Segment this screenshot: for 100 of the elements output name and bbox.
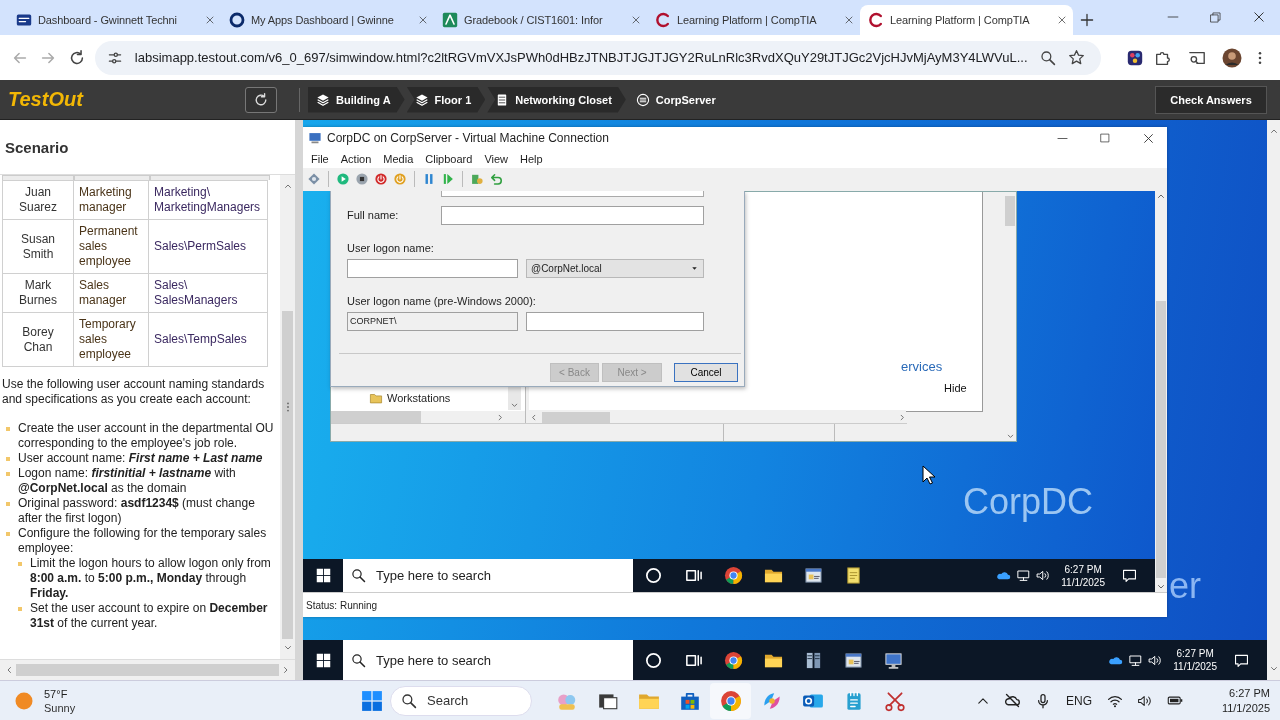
close-icon[interactable] (1141, 131, 1155, 145)
search-field[interactable]: Type here to search (343, 559, 633, 593)
bookmark-icon[interactable] (1067, 49, 1085, 66)
table-cell: Juan Suarez (19, 185, 57, 214)
favicon-icon (229, 12, 245, 28)
table-cell: Marketing\ MarketingManagers (154, 185, 261, 214)
table-cell: Temporary sales employee (79, 317, 136, 361)
browser-tab[interactable]: Learning Platform | CompTIA (647, 5, 860, 35)
clock-time: 6:27 PM (1176, 647, 1214, 660)
browser-tab[interactable]: My Apps Dashboard | Gwinne (221, 5, 434, 35)
desktop-label: er (1169, 565, 1201, 607)
power-icon[interactable] (374, 172, 388, 187)
diamond-icon[interactable] (307, 172, 321, 187)
bullet-icon (18, 562, 22, 566)
field-label: User logon name: (347, 241, 434, 254)
stop-icon[interactable] (355, 172, 369, 187)
breadcrumb[interactable]: CorpServer (627, 86, 730, 113)
browser-icon[interactable] (723, 566, 743, 586)
window-title: CorpDC on CorpServer - Virtual Machine Connection (327, 131, 609, 146)
language-indicator[interactable]: ENG (1066, 693, 1092, 708)
bullet-icon (6, 532, 10, 536)
input-field[interactable] (347, 258, 518, 278)
address-bar[interactable]: labsimapp.testout.com/v6_0_697/simwindow.html?c2ltRGVmVXJsPWh0dHBzJTNBJTJGJTJGY2RuLnRlc3RvdXQuY29tJTJGc2VjcHJvMjAyM3Y4LWVuL... (94, 40, 1101, 75)
checkpoint-icon[interactable] (470, 172, 484, 187)
menu-item[interactable]: View (480, 152, 517, 165)
close-icon[interactable] (1251, 10, 1266, 24)
scroll-right-icon (898, 412, 907, 422)
console-icon[interactable] (843, 650, 863, 670)
close-tab-icon[interactable] (418, 15, 428, 25)
favicon-icon (655, 12, 671, 28)
menu-item[interactable]: File (307, 152, 337, 165)
browser-tab[interactable]: Dashboard - Gwinnett Techni (8, 5, 221, 35)
menu-item[interactable]: Action (336, 152, 380, 165)
table-cell: Permanent sales employee (79, 224, 138, 268)
maximize-icon[interactable] (1099, 132, 1111, 145)
menu-item[interactable]: Media (379, 152, 422, 165)
close-tab-icon[interactable] (205, 15, 215, 25)
list-item: Limit the logon hours to allow logon only from 8:00 a.m. to 5:00 p.m., Monday through Friday. (30, 556, 272, 601)
menu-item[interactable]: Help (516, 152, 551, 165)
scissors-icon[interactable] (883, 689, 906, 712)
extension-icon[interactable] (1125, 48, 1144, 67)
console-icon[interactable] (803, 566, 823, 586)
link[interactable]: ervices (901, 358, 943, 374)
table-cell: Mark Burnes (19, 278, 57, 307)
close-tab-icon[interactable] (844, 15, 854, 25)
breadcrumb[interactable]: Building A (308, 86, 405, 113)
browser-tab[interactable]: Gradebook / CIST1601: Infor (434, 5, 647, 35)
clock-time: 6:27 PM (1229, 685, 1270, 701)
check-answers-button[interactable]: Check Answers (1155, 85, 1267, 114)
circle-icon[interactable] (643, 650, 663, 670)
scroll-left-icon (529, 412, 538, 422)
zoom-icon[interactable] (1039, 49, 1056, 66)
table-cell: Marketing manager (79, 185, 132, 214)
microphone-icon[interactable] (1035, 692, 1051, 709)
revert-icon[interactable] (489, 172, 503, 187)
bullet-icon (6, 502, 10, 506)
dialog-button[interactable]: Cancel (674, 362, 738, 382)
tree-item[interactable]: Workstations (369, 390, 451, 405)
domain-dropdown[interactable]: @CorpNet.local (526, 258, 704, 278)
scroll-thumb[interactable] (1005, 195, 1015, 226)
search-field[interactable]: Search (390, 685, 532, 716)
new-tab-icon[interactable] (1079, 12, 1095, 28)
bullet-icon (6, 472, 10, 476)
browser-icon[interactable] (723, 650, 743, 670)
monitor-icon[interactable] (883, 650, 903, 670)
circle-icon[interactable] (643, 566, 663, 586)
temperature: 57°F (44, 686, 69, 701)
hide-link[interactable]: Hide (944, 381, 967, 394)
avatar-icon[interactable] (1221, 47, 1242, 68)
sun-icon (14, 690, 34, 711)
table-cell: Borey Chan (22, 324, 54, 354)
start-button[interactable] (315, 652, 331, 668)
close-tab-icon[interactable] (1057, 15, 1067, 25)
close-tab-icon[interactable] (631, 15, 641, 25)
menu-item[interactable]: Clipboard (421, 152, 481, 165)
list-item: Original password: asdf1234$ (must change after the first logon) (18, 496, 256, 526)
breadcrumb[interactable]: Floor 1 (406, 86, 486, 113)
input-field[interactable] (441, 205, 704, 225)
refresh-button[interactable] (245, 86, 277, 113)
favicon-icon (16, 12, 32, 28)
input-field[interactable] (526, 311, 704, 331)
bullet-icon (18, 607, 22, 611)
desktop-label: CorpDC (963, 480, 1094, 523)
table-cell: Sales\TempSales (154, 332, 247, 346)
favicon-icon (868, 12, 884, 28)
panel-title: Scenario (5, 138, 69, 156)
muted-icon[interactable] (1004, 692, 1022, 709)
start-button[interactable] (361, 689, 383, 712)
weather-widget[interactable]: 57°F Sunny (14, 686, 354, 715)
start-button[interactable] (315, 568, 331, 584)
status-text: Status: Running (306, 599, 378, 611)
search-icon (351, 652, 366, 668)
network-icon (1015, 568, 1031, 584)
browser-tab[interactable]: Learning Platform | CompTIA (860, 5, 1073, 35)
breadcrumb[interactable]: Networking Closet (487, 86, 626, 113)
start-icon[interactable] (336, 172, 350, 187)
notification-icon[interactable] (1120, 567, 1138, 585)
restore-icon[interactable] (1209, 10, 1222, 24)
layers-icon (316, 92, 330, 107)
search-field[interactable]: Type here to search (343, 640, 633, 680)
